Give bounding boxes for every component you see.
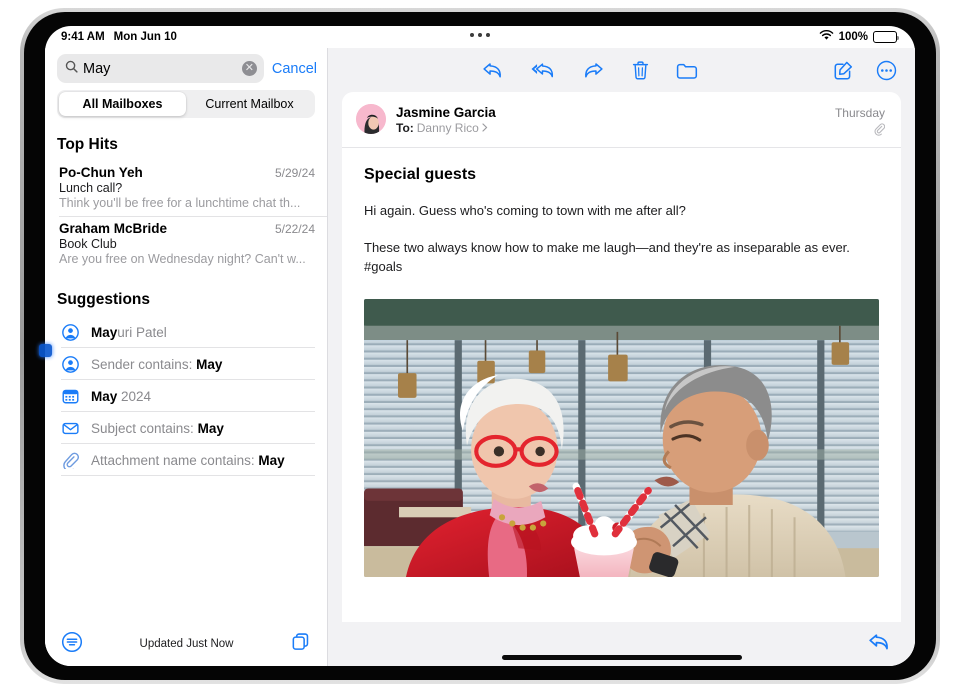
reply-icon[interactable] (867, 631, 891, 657)
envelope-icon (61, 419, 80, 438)
message-subject: Special guests (342, 148, 901, 184)
suggestion-label: May 2024 (91, 389, 151, 404)
recipient-line[interactable]: To: Danny Rico (396, 121, 825, 135)
sync-status-label: Updated Just Now (83, 638, 290, 650)
folder-icon[interactable] (676, 61, 698, 80)
hit-sender: Po-Chun Yeh (59, 165, 275, 180)
avatar (356, 104, 386, 134)
person-circle-icon (61, 355, 80, 374)
mail-toolbar-actions (346, 60, 833, 81)
message-meta: Thursday (835, 104, 885, 136)
top-hits-header: Top Hits (45, 118, 327, 161)
message-paragraph: Hi again. Guess who's coming to town wit… (342, 202, 901, 221)
search-row: May ✕ Cancel (45, 48, 327, 88)
search-icon (65, 60, 78, 78)
device-bezel: 9:41 AM Mon Jun 10 100% (24, 12, 936, 680)
paperclip-icon (835, 123, 885, 136)
cancel-button[interactable]: Cancel (272, 61, 317, 77)
suggestion-match: May (198, 421, 224, 436)
multitasking-dots-icon[interactable] (470, 33, 490, 37)
hit-subject: Book Club (59, 237, 315, 251)
search-sidebar: May ✕ Cancel All Mailboxes Current Mailb… (45, 48, 327, 666)
suggestion-item-attachment-contains[interactable]: Attachment name contains: May (45, 444, 327, 476)
message-photo-attachment[interactable] (364, 299, 879, 577)
scope-segmented-control[interactable]: All Mailboxes Current Mailbox (57, 90, 315, 118)
sender-name: Jasmine Garcia (396, 105, 825, 120)
compose-icon[interactable] (833, 60, 854, 81)
person-circle-icon (61, 323, 80, 342)
suggestion-item-mayuri-patel[interactable]: Mayuri Patel (45, 316, 327, 348)
more-circle-icon[interactable] (876, 60, 897, 81)
message-body: Special guests Hi again. Guess who's com… (342, 148, 901, 622)
status-bar-left: 9:41 AM Mon Jun 10 (61, 31, 177, 43)
sidebar-toolbar: Updated Just Now (45, 622, 327, 666)
calendar-icon (61, 387, 80, 406)
ipad-device-frame: 9:41 AM Mon Jun 10 100% (20, 8, 940, 684)
suggestion-rest: 2024 (117, 389, 151, 404)
message-header[interactable]: Jasmine Garcia To: Danny Rico (342, 92, 901, 148)
suggestion-match: May (258, 453, 284, 468)
mail-toolbar (328, 48, 915, 92)
message-card: Jasmine Garcia To: Danny Rico (342, 92, 901, 622)
chevron-right-icon (482, 121, 488, 135)
message-date: Thursday (835, 106, 885, 120)
battery-full-icon (873, 31, 897, 43)
mail-toolbar-right (833, 60, 897, 81)
hit-preview: Are you free on Wednesday night? Can't w… (59, 252, 315, 266)
filter-icon[interactable] (61, 631, 83, 658)
suggestion-rest: uri Patel (117, 325, 167, 340)
suggestion-item-subject-contains[interactable]: Subject contains: May (45, 412, 327, 444)
status-time: 9:41 AM (61, 31, 105, 43)
hit-sender: Graham McBride (59, 221, 275, 236)
paperclip-icon (61, 451, 80, 470)
suggestion-rest: Subject contains: (91, 421, 198, 436)
suggestion-label: Attachment name contains: May (91, 453, 285, 468)
hit-date: 5/29/24 (275, 166, 315, 180)
status-bar: 9:41 AM Mon Jun 10 100% (45, 26, 915, 48)
status-date: Mon Jun 10 (114, 31, 177, 43)
copy-pages-icon[interactable] (290, 631, 311, 657)
hit-preview: Think you'll be free for a lunchtime cha… (59, 196, 315, 210)
suggestions-header: Suggestions (45, 273, 327, 316)
suggestion-label: Subject contains: May (91, 421, 224, 436)
search-input[interactable]: May ✕ (57, 54, 264, 83)
split-view: May ✕ Cancel All Mailboxes Current Mailb… (45, 48, 915, 666)
message-detail-pane: Jasmine Garcia To: Danny Rico (327, 48, 915, 666)
to-label: To: (396, 121, 414, 135)
screen: 9:41 AM Mon Jun 10 100% (45, 26, 915, 666)
hit-date: 5/22/24 (275, 222, 315, 236)
scope-current-mailbox[interactable]: Current Mailbox (186, 92, 313, 116)
suggestion-label: Sender contains: May (91, 357, 222, 372)
suggestion-match: May (196, 357, 222, 372)
message-paragraph: These two always know how to make me lau… (342, 239, 901, 277)
recipient-name: Danny Rico (417, 121, 479, 135)
suggestion-match: May (91, 389, 117, 404)
search-results-list[interactable]: Top Hits Po-Chun Yeh 5/29/24 Lunch call?… (45, 118, 327, 622)
clear-text-icon[interactable]: ✕ (242, 61, 257, 76)
detail-footer (328, 622, 915, 666)
battery-percent-label: 100% (839, 31, 868, 43)
suggestion-item-sender-contains[interactable]: Sender contains: May (45, 348, 327, 380)
list-item[interactable]: Po-Chun Yeh 5/29/24 Lunch call? Think yo… (45, 161, 327, 217)
suggestion-label: Mayuri Patel (91, 325, 167, 340)
reply-icon[interactable] (481, 60, 504, 80)
suggestion-rest: Attachment name contains: (91, 453, 258, 468)
trash-icon[interactable] (631, 60, 650, 81)
status-bar-right: 100% (819, 30, 897, 44)
search-value: May (83, 61, 237, 77)
list-item[interactable]: Graham McBride 5/22/24 Book Club Are you… (45, 217, 327, 273)
wifi-icon (819, 30, 834, 44)
reply-all-icon[interactable] (530, 60, 556, 80)
scope-all-mailboxes[interactable]: All Mailboxes (59, 92, 186, 116)
hit-subject: Lunch call? (59, 181, 315, 195)
home-indicator[interactable] (502, 655, 742, 660)
forward-icon[interactable] (582, 60, 605, 80)
suggestion-match: May (91, 325, 117, 340)
message-from: Jasmine Garcia To: Danny Rico (396, 104, 825, 135)
suggestion-item-may-2024[interactable]: May 2024 (45, 380, 327, 412)
suggestion-rest: Sender contains: (91, 357, 196, 372)
bezel-status-indicator (39, 344, 52, 357)
